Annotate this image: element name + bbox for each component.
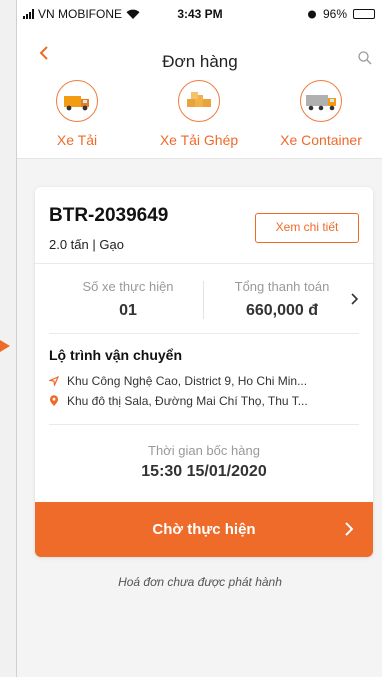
vehicle-label: Xe Container xyxy=(280,132,362,148)
alarm-icon xyxy=(307,10,316,19)
divider xyxy=(203,281,204,319)
battery-percent: 96% xyxy=(322,7,347,21)
order-status-label: Chờ thực hiện xyxy=(152,521,256,538)
vehicle-tab-shared-truck[interactable]: Xe Tải Ghép xyxy=(139,80,259,148)
vehicle-label: Xe Tải xyxy=(56,132,98,148)
view-detail-button[interactable]: Xem chi tiết xyxy=(255,213,359,243)
truck-count: Số xe thực hiện 01 xyxy=(53,279,203,320)
route-origin-text: Khu Công Nghệ Cao, District 9, Ho Chi Mi… xyxy=(67,374,308,388)
nav-bar: Đơn hàng xyxy=(17,28,382,80)
order-code: BTR-2039649 xyxy=(49,205,169,226)
vehicle-type-bar: Xe Tải Xe Tải Ghép Xe Container xyxy=(17,80,382,159)
vehicle-tab-container[interactable]: Xe Container xyxy=(261,80,381,148)
divider xyxy=(49,424,359,425)
route-title: Lộ trình vận chuyển xyxy=(49,347,183,363)
vehicle-label: Xe Tải Ghép xyxy=(159,132,239,148)
page-title: Đơn hàng xyxy=(162,52,238,71)
truck-icon xyxy=(56,80,98,122)
order-weight-cargo: 2.0 tấn | Gạo xyxy=(49,237,124,252)
status-bar: VN MOBIFONE 3:43 PM 96% xyxy=(17,0,382,28)
phone-screen: VN MOBIFONE 3:43 PM 96% Đơn hàng Xe Tải … xyxy=(16,0,382,677)
route-destination: Khu đô thị Sala, Đường Mai Chí Thọ, Thu … xyxy=(49,394,361,408)
chevron-right-icon[interactable] xyxy=(351,293,359,305)
pickup-time-label: Thời gian bốc hàng xyxy=(148,443,260,458)
location-pin-icon xyxy=(50,395,58,406)
flow-arrow xyxy=(0,340,10,352)
truck-count-label: Số xe thực hiện xyxy=(82,279,174,294)
divider xyxy=(35,263,373,264)
total-payment-value: 660,000 đ xyxy=(245,302,319,319)
pickup-time-value: 15:30 15/01/2020 xyxy=(141,463,267,480)
boxes-icon xyxy=(178,80,220,122)
navigation-arrow-icon xyxy=(49,376,59,386)
total-payment: Tổng thanh toán 660,000 đ xyxy=(207,279,357,320)
battery-icon xyxy=(353,9,375,19)
route-origin: Khu Công Nghệ Cao, District 9, Ho Chi Mi… xyxy=(49,374,361,388)
search-icon[interactable] xyxy=(357,50,373,66)
chevron-right-icon xyxy=(345,522,353,536)
invoice-note: Hoá đơn chưa được phát hành xyxy=(118,575,282,589)
total-payment-label: Tổng thanh toán xyxy=(234,279,330,294)
truck-count-value: 01 xyxy=(119,302,137,319)
route-destination-text: Khu đô thị Sala, Đường Mai Chí Thọ, Thu … xyxy=(67,394,308,408)
divider xyxy=(49,333,359,334)
status-right: 96% xyxy=(307,7,375,21)
order-status-button[interactable]: Chờ thực hiện xyxy=(35,502,373,557)
vehicle-tab-truck[interactable]: Xe Tải xyxy=(17,80,137,148)
container-truck-icon xyxy=(300,80,342,122)
order-card[interactable]: BTR-2039649 2.0 tấn | Gạo Xem chi tiết S… xyxy=(35,187,373,557)
